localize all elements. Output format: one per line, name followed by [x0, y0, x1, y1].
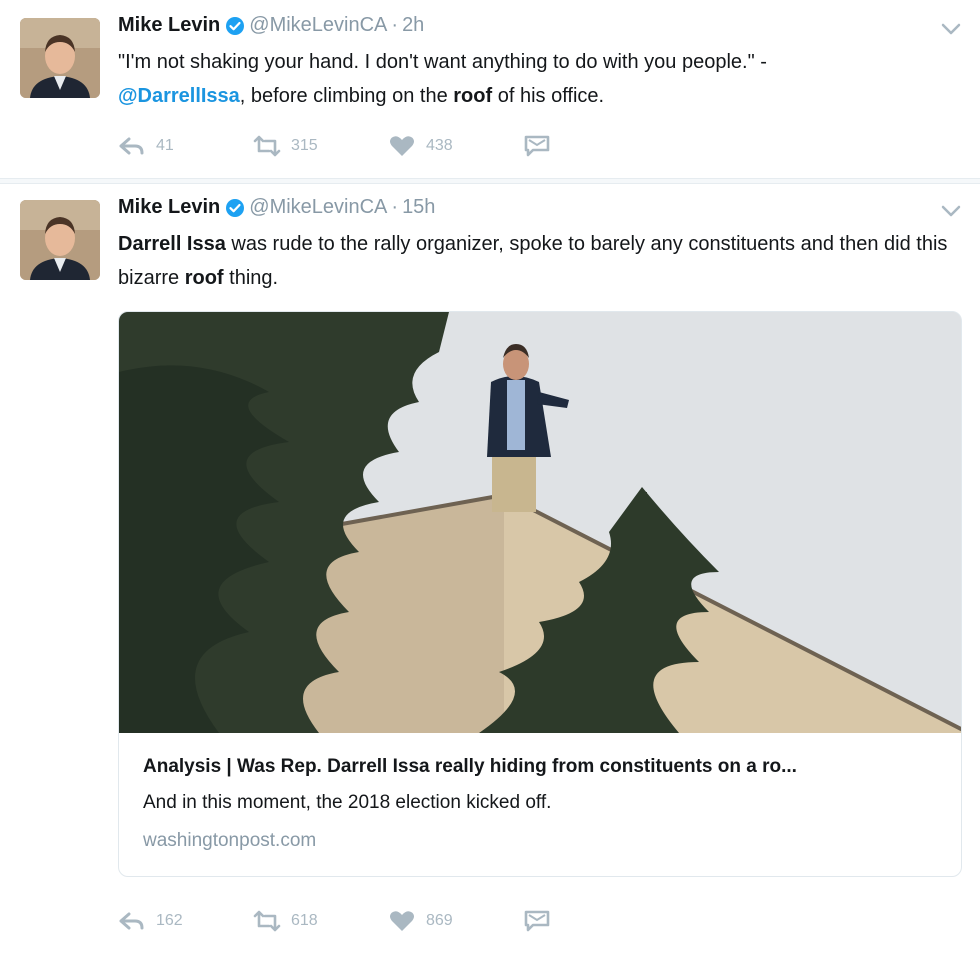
tweet-text-quote: "I'm not shaking your hand. I don't want…: [118, 51, 767, 73]
mention-link[interactable]: @DarrellIssa: [118, 85, 240, 107]
verified-badge-icon: [225, 16, 245, 36]
avatar[interactable]: [20, 18, 100, 98]
retweet-button[interactable]: 315: [253, 134, 388, 158]
tweet-text-end: thing.: [223, 267, 279, 289]
avatar[interactable]: [20, 200, 100, 280]
card-domain: washingtonpost.com: [143, 830, 317, 851]
reply-count: 162: [156, 912, 183, 929]
chevron-down-icon[interactable]: [940, 22, 962, 36]
avatar-image: [20, 18, 100, 98]
direct-message-icon: [524, 135, 550, 157]
tweet-text-bold-name: Darrell Issa: [118, 233, 226, 255]
reply-icon: [119, 137, 144, 155]
retweet-count: 315: [291, 137, 318, 154]
tweet-text-middle: , before climbing on the: [239, 85, 454, 107]
reply-button[interactable]: 41: [118, 134, 253, 158]
tweet-actions: 162 618 869: [118, 907, 658, 935]
heart-icon: [390, 911, 414, 931]
card-title[interactable]: Analysis | Was Rep. Darrell Issa really …: [143, 756, 943, 778]
like-button[interactable]: 869: [388, 909, 523, 933]
retweet-count: 618: [291, 912, 318, 929]
card-description: And in this moment, the 2018 election ki…: [143, 792, 552, 813]
reply-button[interactable]: 162: [118, 909, 253, 933]
author-handle[interactable]: @MikeLevinCA: [249, 14, 387, 37]
verified-badge-icon: [225, 198, 245, 218]
retweet-icon: [253, 135, 281, 157]
tweet-text-bold: roof: [184, 267, 224, 289]
reply-icon: [119, 912, 144, 930]
direct-message-button[interactable]: [523, 134, 658, 158]
direct-message-button[interactable]: [523, 909, 658, 933]
card-photo: [119, 312, 961, 733]
tweet[interactable]: Mike Levin @MikeLevinCA · 15h Darrell Is…: [0, 184, 980, 953]
author-handle[interactable]: @MikeLevinCA: [249, 196, 387, 219]
direct-message-icon: [524, 910, 550, 932]
author-name[interactable]: Mike Levin: [118, 14, 220, 37]
tweet[interactable]: Mike Levin @MikeLevinCA · 2h "I'm not sh…: [0, 0, 980, 178]
tweet-text-end: of his office.: [492, 85, 605, 107]
tweet-text: "I'm not shaking your hand. I don't want…: [118, 45, 968, 113]
author-name[interactable]: Mike Levin: [118, 196, 220, 219]
like-count: 869: [426, 912, 453, 929]
chevron-down-icon[interactable]: [940, 204, 962, 218]
tweet-text: Darrell Issa was rude to the rally organ…: [118, 227, 968, 295]
timestamp[interactable]: 15h: [402, 196, 435, 219]
heart-icon: [390, 136, 414, 156]
retweet-button[interactable]: 618: [253, 909, 388, 933]
card-image[interactable]: [119, 312, 961, 733]
reply-count: 41: [156, 137, 174, 154]
timestamp[interactable]: 2h: [402, 14, 424, 37]
like-button[interactable]: 438: [388, 134, 523, 158]
separator: ·: [391, 196, 399, 218]
avatar-image: [20, 200, 100, 280]
tweet-text-bold: roof: [453, 85, 493, 107]
link-card[interactable]: Analysis | Was Rep. Darrell Issa really …: [118, 311, 962, 877]
tweet-header: Mike Levin @MikeLevinCA · 2h: [118, 14, 424, 37]
separator: ·: [391, 14, 399, 36]
retweet-icon: [253, 910, 281, 932]
like-count: 438: [426, 137, 453, 154]
tweet-actions: 41 315 438: [118, 132, 658, 160]
tweet-header: Mike Levin @MikeLevinCA · 15h: [118, 196, 435, 219]
